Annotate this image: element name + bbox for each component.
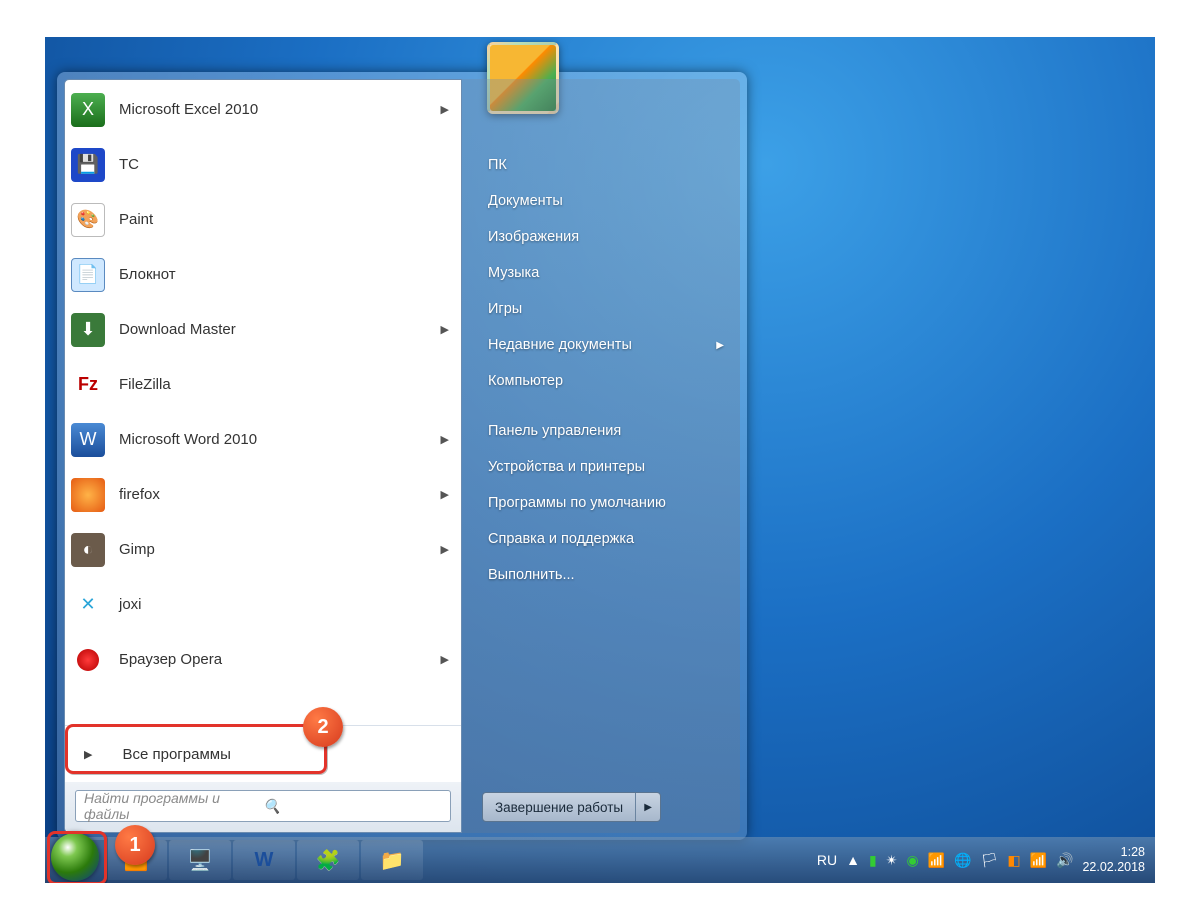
tray-network-icon[interactable]: 📶 [928, 852, 945, 869]
shutdown-label: Завершение работы [483, 793, 636, 821]
program-item-tc[interactable]: 💾 TC [67, 137, 459, 192]
system-tray: RU ▲ ▮ ✴ ◉ 📶 🌐 🏳 ◧ 📶 🔊 1:28 22.02.2018 [817, 845, 1155, 875]
right-link-devices-printers[interactable]: Устройства и принтеры [482, 449, 730, 485]
tray-action-center-icon[interactable]: 🏳 [981, 852, 999, 869]
search-input[interactable]: Найти программы и файлы 🔍 [75, 790, 451, 822]
joxi-icon: ✕ [71, 588, 105, 622]
right-link-control-panel[interactable]: Панель управления [482, 413, 730, 449]
right-link-games[interactable]: Игры [482, 291, 730, 327]
tray-icon[interactable]: 🌐 [954, 852, 971, 869]
right-link-run[interactable]: Выполнить... [482, 557, 730, 593]
recent-programs-list: X Microsoft Excel 2010 ▶ 💾 TC 🎨 Paint 📄 [65, 80, 461, 725]
search-icon: 🔍 [263, 798, 442, 815]
submenu-arrow-icon: ▶ [441, 543, 449, 556]
program-label: Блокнот [119, 266, 176, 283]
submenu-arrow-icon: ▶ [441, 323, 449, 336]
start-menu-left-pane: X Microsoft Excel 2010 ▶ 💾 TC 🎨 Paint 📄 [64, 79, 462, 833]
taskbar-item-word[interactable]: W [233, 840, 295, 880]
tray-expand-icon[interactable]: ▲ [846, 852, 860, 868]
opera-icon [71, 643, 105, 677]
annotation-box-2 [65, 724, 327, 774]
tray-volume-icon[interactable]: 🔊 [1056, 852, 1073, 869]
tray-language[interactable]: RU [817, 852, 837, 868]
tray-icon[interactable]: ◧ [1007, 852, 1020, 869]
program-item-word[interactable]: W Microsoft Word 2010 ▶ [67, 412, 459, 467]
right-link-music[interactable]: Музыка [482, 255, 730, 291]
shutdown-button[interactable]: Завершение работы ▶ [482, 792, 661, 822]
program-item-download-master[interactable]: ⬇ Download Master ▶ [67, 302, 459, 357]
taskbar-clock[interactable]: 1:28 22.02.2018 [1082, 845, 1145, 875]
program-label: Microsoft Excel 2010 [119, 101, 258, 118]
taskbar: 🟧 🖥️ W 🧩 📁 RU ▲ ▮ ✴ ◉ 📶 🌐 🏳 ◧ 📶 🔊 1:28 2… [45, 837, 1155, 883]
shutdown-options-arrow[interactable]: ▶ [636, 793, 660, 821]
tray-icon[interactable]: ◉ [906, 852, 918, 869]
tray-icon[interactable]: ▮ [869, 852, 877, 869]
word-icon: W [71, 423, 105, 457]
firefox-icon [71, 478, 105, 512]
program-label: TC [119, 156, 139, 173]
submenu-arrow-icon: ▶ [441, 653, 449, 666]
notepad-icon: 📄 [71, 258, 105, 292]
program-label: Gimp [119, 541, 155, 558]
program-label: Paint [119, 211, 153, 228]
right-link-images[interactable]: Изображения [482, 219, 730, 255]
annotation-box-1 [47, 831, 107, 883]
program-label: FileZilla [119, 376, 171, 393]
filezilla-icon: Fz [71, 368, 105, 402]
right-link-pc[interactable]: ПК [482, 147, 730, 183]
program-label: Download Master [119, 321, 236, 338]
clock-time: 1:28 [1082, 845, 1145, 860]
program-item-gimp[interactable]: ◐ Gimp ▶ [67, 522, 459, 577]
submenu-arrow-icon: ▶ [441, 433, 449, 446]
program-label: Браузер Opera [119, 651, 222, 668]
program-item-excel[interactable]: X Microsoft Excel 2010 ▶ [67, 82, 459, 137]
excel-icon: X [71, 93, 105, 127]
right-link-default-programs[interactable]: Программы по умолчанию [482, 485, 730, 521]
paint-icon: 🎨 [71, 203, 105, 237]
program-item-firefox[interactable]: firefox ▶ [67, 467, 459, 522]
download-master-icon: ⬇ [71, 313, 105, 347]
taskbar-item-4[interactable]: 🧩 [297, 840, 359, 880]
desktop: X Microsoft Excel 2010 ▶ 💾 TC 🎨 Paint 📄 [45, 37, 1155, 883]
start-menu-right-pane: ПК Документы Изображения Музыка Игры Нед… [462, 79, 740, 833]
program-label: Microsoft Word 2010 [119, 431, 257, 448]
program-item-notepad[interactable]: 📄 Блокнот [67, 247, 459, 302]
search-placeholder: Найти программы и файлы [84, 790, 263, 822]
program-item-paint[interactable]: 🎨 Paint [67, 192, 459, 247]
program-item-opera[interactable]: Браузер Opera ▶ [67, 632, 459, 687]
clock-date: 22.02.2018 [1082, 860, 1145, 875]
taskbar-item-explorer[interactable]: 📁 [361, 840, 423, 880]
taskbar-item-2[interactable]: 🖥️ [169, 840, 231, 880]
submenu-arrow-icon: ▶ [441, 103, 449, 116]
right-link-computer[interactable]: Компьютер [482, 363, 730, 399]
annotation-badge-2: 2 [303, 707, 343, 747]
program-item-joxi[interactable]: ✕ joxi [67, 577, 459, 632]
right-link-documents[interactable]: Документы [482, 183, 730, 219]
tray-icon[interactable]: ✴ [886, 852, 898, 869]
tc-icon: 💾 [71, 148, 105, 182]
gimp-icon: ◐ [71, 533, 105, 567]
submenu-arrow-icon: ▶ [716, 340, 724, 351]
right-link-recent-documents[interactable]: Недавние документы ▶ [482, 327, 730, 363]
program-item-filezilla[interactable]: Fz FileZilla [67, 357, 459, 412]
program-label: firefox [119, 486, 160, 503]
annotation-badge-1: 1 [115, 825, 155, 865]
tray-wifi-icon[interactable]: 📶 [1030, 852, 1047, 869]
right-link-help-support[interactable]: Справка и поддержка [482, 521, 730, 557]
program-label: joxi [119, 596, 142, 613]
submenu-arrow-icon: ▶ [441, 488, 449, 501]
